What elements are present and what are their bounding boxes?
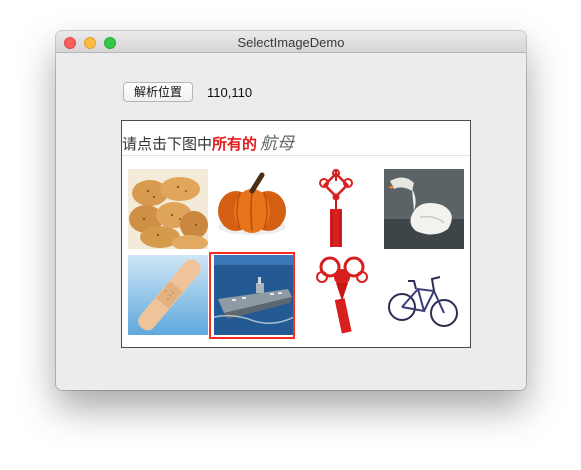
app-window: SelectImageDemo 解析位置 110,110 请点击下图中所有的 航母	[56, 31, 526, 390]
position-readout: 110,110	[207, 85, 253, 100]
swan-image[interactable]	[384, 169, 464, 249]
title-bar[interactable]: SelectImageDemo	[56, 31, 526, 53]
chinese-knot-image[interactable]	[302, 255, 382, 335]
parse-position-button[interactable]: 解析位置	[123, 82, 193, 102]
bandage-image[interactable]	[128, 255, 208, 335]
pumpkin-image[interactable]	[212, 169, 292, 249]
window-title: SelectImageDemo	[237, 35, 345, 50]
prompt-target: 航母	[260, 134, 295, 154]
captcha-image[interactable]: 请点击下图中所有的 航母	[121, 120, 471, 348]
chinese-knot-image[interactable]	[296, 169, 376, 249]
prompt-prefix: 请点击下图中	[122, 135, 213, 153]
bread-image[interactable]	[128, 169, 208, 249]
selected-cell-highlight	[209, 252, 295, 339]
prompt-divider	[122, 155, 470, 156]
prompt-highlight: 所有的	[212, 135, 258, 153]
captcha-prompt: 请点击下图中所有的 航母	[122, 129, 295, 154]
bicycle-image[interactable]	[384, 255, 464, 335]
